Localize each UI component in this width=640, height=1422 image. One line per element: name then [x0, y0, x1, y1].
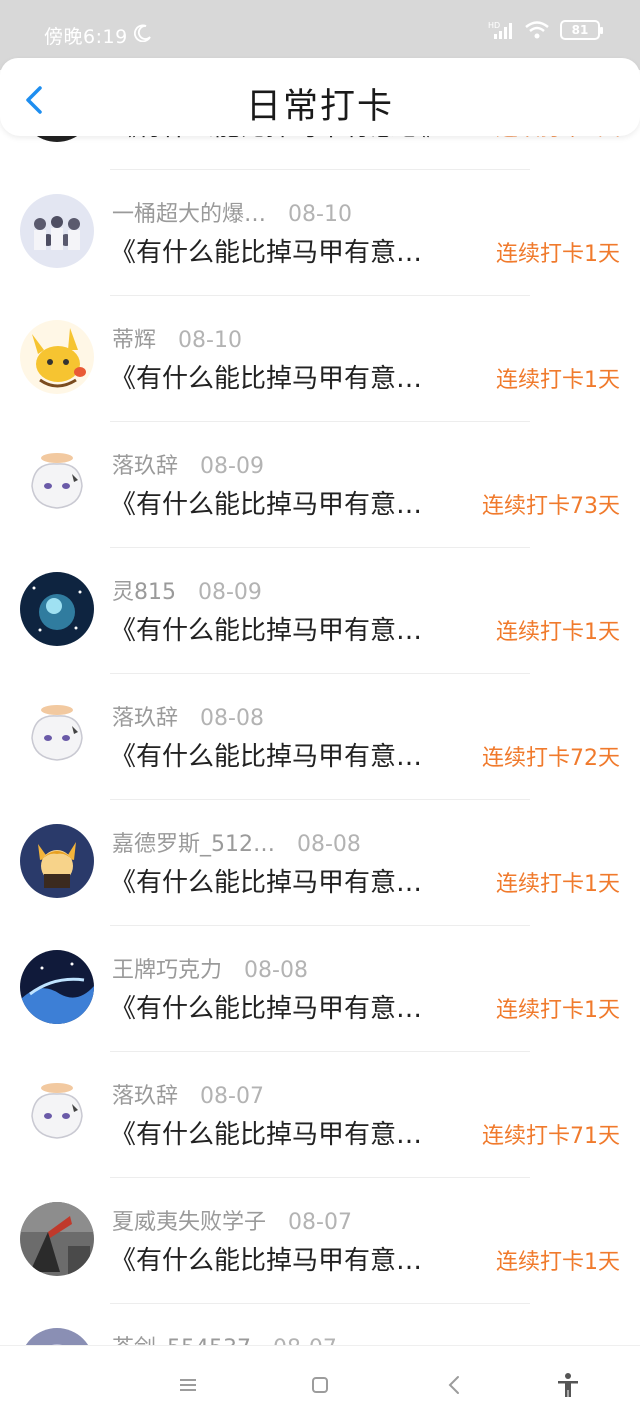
- post-date: 08-08: [200, 706, 264, 731]
- user-name[interactable]: 蒂辉 08-10: [112, 322, 242, 354]
- home-square-icon[interactable]: [305, 1370, 335, 1400]
- app-header: 日常打卡: [0, 58, 640, 136]
- status-icons: HD 81: [488, 20, 603, 40]
- post-date: 08-08: [297, 832, 361, 857]
- avatar[interactable]: [20, 572, 94, 646]
- item-title: 《有什么能比掉马甲有意…: [110, 1120, 423, 1150]
- menu-icon[interactable]: [173, 1370, 203, 1400]
- streak-badge: 连续打卡1天: [496, 368, 620, 393]
- post-date: 08-08: [244, 958, 308, 983]
- post-date: 08-07: [200, 1084, 264, 1109]
- page-title: 日常打卡: [245, 87, 394, 127]
- list-item[interactable]: 王牌巧克力 08-08 《有什么能比掉马甲有意… 连续打卡1天: [0, 926, 640, 1052]
- post-date: 08-09: [200, 454, 264, 479]
- avatar[interactable]: [20, 320, 94, 394]
- post-date: 08-10: [288, 202, 352, 227]
- list-item[interactable]: 嘉德罗斯_512… 08-08 《有什么能比掉马甲有意… 连续打卡1天: [0, 800, 640, 926]
- user-name[interactable]: 落玖辞 08-08: [112, 700, 264, 732]
- accessibility-icon[interactable]: [553, 1370, 583, 1400]
- item-title: 《有什么能比掉马甲有意…: [110, 994, 423, 1024]
- avatar[interactable]: [20, 824, 94, 898]
- item-title: 《有什么能比掉马甲有意…: [110, 868, 423, 898]
- checkin-list: 《有什么能比掉马甲有意思》 连续打卡1天 一桶超大的爆…08-10 《有什么能比…: [0, 0, 640, 1345]
- user-name[interactable]: 落玖辞 08-09: [112, 448, 264, 480]
- avatar[interactable]: [20, 1076, 94, 1150]
- post-date: 08-09: [198, 580, 262, 605]
- list-item[interactable]: 茶剑_55453708-07: [0, 1304, 640, 1345]
- post-date: 08-07: [288, 1210, 352, 1235]
- streak-badge: 连续打卡1天: [496, 872, 620, 897]
- user-name[interactable]: 一桶超大的爆… 08-10: [112, 196, 352, 228]
- user-name[interactable]: 灵815 08-09: [112, 574, 262, 606]
- wifi-icon: [525, 21, 549, 39]
- battery-icon: 81: [560, 20, 603, 40]
- post-date: 08-07: [273, 1336, 337, 1345]
- user-name[interactable]: 王牌巧克力 08-08: [112, 952, 308, 984]
- item-title: 《有什么能比掉马甲有意…: [110, 364, 423, 394]
- streak-badge: 连续打卡1天: [496, 242, 620, 267]
- item-title: 《有什么能比掉马甲有意…: [110, 1246, 423, 1276]
- status-time: 傍晚6:19: [44, 26, 128, 48]
- streak-badge: 连续打卡1天: [496, 620, 620, 645]
- avatar[interactable]: [20, 698, 94, 772]
- item-title: 《有什么能比掉马甲有意…: [110, 742, 423, 772]
- list-item[interactable]: 灵815 08-09 《有什么能比掉马甲有意… 连续打卡1天: [0, 548, 640, 674]
- list-item[interactable]: 夏威夷失败学子 08-07 《有什么能比掉马甲有意… 连续打卡1天: [0, 1178, 640, 1304]
- moon-icon: [134, 24, 151, 42]
- avatar[interactable]: [20, 1328, 94, 1345]
- streak-badge: 连续打卡1天: [496, 1250, 620, 1275]
- streak-badge: 连续打卡73天: [482, 494, 620, 519]
- item-title: 《有什么能比掉马甲有意…: [110, 616, 423, 646]
- list-item[interactable]: 落玖辞 08-07 《有什么能比掉马甲有意… 连续打卡71天: [0, 1052, 640, 1178]
- item-title: 《有什么能比掉马甲有意…: [110, 490, 423, 520]
- back-chevron-icon[interactable]: [440, 1370, 470, 1400]
- user-name[interactable]: 茶剑_55453708-07: [112, 1330, 337, 1345]
- list-item[interactable]: 蒂辉 08-10 《有什么能比掉马甲有意… 连续打卡1天: [0, 296, 640, 422]
- item-title: 《有什么能比掉马甲有意…: [110, 238, 423, 268]
- post-date: 08-10: [178, 328, 242, 353]
- system-nav-bar: [0, 1345, 640, 1422]
- signal-icon: HD: [488, 21, 512, 39]
- battery-level: 81: [571, 23, 589, 37]
- user-name[interactable]: 嘉德罗斯_512… 08-08: [112, 826, 361, 858]
- user-name[interactable]: 落玖辞 08-07: [112, 1078, 264, 1110]
- avatar[interactable]: [20, 950, 94, 1024]
- list-item[interactable]: 一桶超大的爆… 08-10 《有什么能比掉马甲有意… 连续打卡1天: [0, 170, 640, 296]
- avatar[interactable]: [20, 1202, 94, 1276]
- streak-badge: 连续打卡1天: [496, 998, 620, 1023]
- streak-badge: 连续打卡71天: [482, 1124, 620, 1149]
- user-name[interactable]: 夏威夷失败学子 08-07: [112, 1204, 352, 1236]
- list-item[interactable]: 落玖辞 08-08 《有什么能比掉马甲有意… 连续打卡72天: [0, 674, 640, 800]
- network-label: HD: [488, 21, 500, 30]
- streak-badge: 连续打卡72天: [482, 746, 620, 771]
- list-item[interactable]: 落玖辞 08-09 《有什么能比掉马甲有意… 连续打卡73天: [0, 422, 640, 548]
- avatar[interactable]: [20, 194, 94, 268]
- avatar[interactable]: [20, 446, 94, 520]
